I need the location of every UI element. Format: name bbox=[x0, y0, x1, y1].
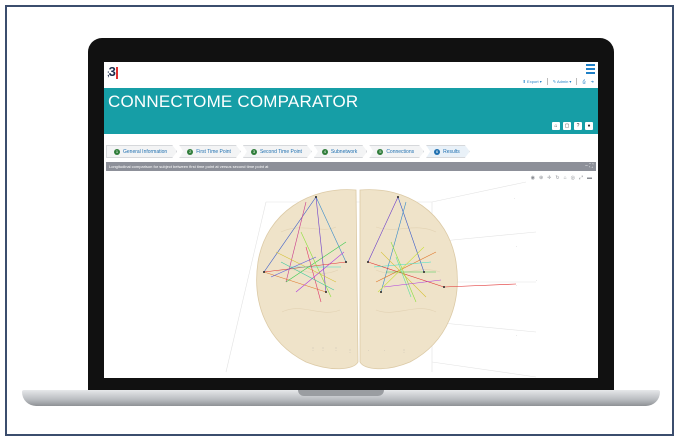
wrench-icon: ✎ bbox=[552, 79, 557, 84]
divider bbox=[576, 78, 578, 85]
app-header: CONNECTOME COMPARATOR ⌂ ▢ ? ● bbox=[104, 88, 598, 134]
step-number: 4 bbox=[323, 148, 327, 154]
step-results[interactable]: 6 Results bbox=[426, 145, 470, 158]
maximize-icon[interactable]: ⛶ bbox=[589, 163, 593, 169]
admin-label: Admin bbox=[556, 79, 569, 84]
svg-text:·: · bbox=[384, 348, 385, 353]
plotly-logo-icon[interactable]: ▬ bbox=[587, 175, 592, 181]
autoscale-icon[interactable]: ⤢ bbox=[579, 175, 583, 181]
plot-toolbar: ◉ ⊕ ✛ ↻ ⌂ ◎ ⤢ ▬ bbox=[531, 175, 592, 181]
admin-menu[interactable]: ✎ Admin ▾ bbox=[553, 79, 572, 84]
step-subnetwork[interactable]: 4 Subnetwork bbox=[314, 145, 367, 158]
step-number: 6 bbox=[435, 148, 439, 154]
window-icon[interactable]: ▢ bbox=[563, 122, 571, 130]
export-menu[interactable]: ⬆ Export ▾ bbox=[523, 79, 542, 84]
panel-controls: − ⛶ bbox=[585, 162, 593, 171]
step-first-time-point[interactable]: 2 First Time Point bbox=[179, 145, 241, 158]
svg-text:⋮: ⋮ bbox=[311, 346, 315, 351]
step-number: 5 bbox=[379, 148, 382, 154]
top-menu: ⬆ Export ▾ ✎ Admin ▾ ⎙ ➜ bbox=[523, 78, 594, 85]
step-general-information[interactable]: 1 General Information bbox=[106, 145, 177, 158]
header-icons: ⌂ ▢ ? ● bbox=[552, 122, 593, 130]
laptop-screen: ;3 ⬆ Export ▾ ✎ Admin ▾ ⎙ ➜ CONNECTOME C… bbox=[104, 62, 598, 378]
hamburger-icon[interactable] bbox=[586, 64, 595, 76]
minimize-icon[interactable]: − bbox=[585, 163, 588, 169]
step-label: Results bbox=[443, 148, 460, 155]
app-topbar: ;3 ⬆ Export ▾ ✎ Admin ▾ ⎙ ➜ bbox=[104, 62, 598, 88]
orbit-icon[interactable]: ◎ bbox=[571, 175, 575, 181]
zoom-icon[interactable]: ⊕ bbox=[539, 175, 543, 181]
home-icon[interactable]: ⌂ bbox=[564, 175, 567, 181]
home-icon[interactable]: ⌂ bbox=[552, 122, 560, 130]
step-number: 3 bbox=[252, 148, 256, 154]
svg-text:·: · bbox=[516, 244, 517, 249]
svg-text:·: · bbox=[514, 196, 515, 201]
step-label: General Information bbox=[123, 148, 168, 155]
print-icon[interactable]: ⎙ bbox=[582, 79, 585, 84]
step-label: Second Time Point bbox=[259, 148, 302, 155]
step-connections[interactable]: 5 Connections bbox=[369, 145, 424, 158]
svg-text:⋮: ⋮ bbox=[402, 348, 406, 353]
divider bbox=[546, 78, 548, 85]
logout-icon[interactable]: ➜ bbox=[591, 79, 594, 84]
panel-header: Longitudinal comparison for subject betw… bbox=[106, 162, 596, 171]
export-icon: ⬆ bbox=[522, 79, 526, 84]
user-icon[interactable]: ● bbox=[585, 122, 593, 130]
help-icon[interactable]: ? bbox=[574, 122, 582, 130]
svg-text:·: · bbox=[516, 333, 517, 338]
step-second-time-point[interactable]: 3 Second Time Point bbox=[243, 145, 312, 158]
wizard-steps: 1 General Information 2 First Time Point… bbox=[106, 145, 472, 156]
app-logo[interactable]: ;3 bbox=[107, 64, 118, 79]
brain-connectome-plot[interactable]: · · · · · ⋮ ⋮ ⋮ ⋮ · · ⋮ bbox=[106, 172, 596, 378]
step-number: 2 bbox=[189, 148, 192, 154]
rotate-icon[interactable]: ↻ bbox=[555, 175, 559, 181]
panel-title: Longitudinal comparison for subject betw… bbox=[109, 164, 269, 169]
laptop-notch bbox=[298, 390, 384, 396]
export-label: Export bbox=[527, 79, 539, 84]
camera-icon[interactable]: ◉ bbox=[531, 175, 535, 181]
step-label: First Time Point bbox=[196, 148, 231, 155]
svg-text:·: · bbox=[368, 348, 369, 353]
step-number: 1 bbox=[115, 148, 119, 154]
svg-text:·: · bbox=[536, 278, 537, 283]
page-title: CONNECTOME COMPARATOR bbox=[108, 92, 359, 111]
pan-icon[interactable]: ✛ bbox=[547, 175, 551, 181]
svg-text:⋮: ⋮ bbox=[334, 346, 338, 351]
step-label: Subnetwork bbox=[330, 148, 358, 155]
svg-text:⋮: ⋮ bbox=[348, 348, 352, 353]
svg-text:⋮: ⋮ bbox=[321, 346, 325, 351]
step-label: Connections bbox=[386, 148, 415, 155]
svg-text:·: · bbox=[516, 283, 517, 288]
